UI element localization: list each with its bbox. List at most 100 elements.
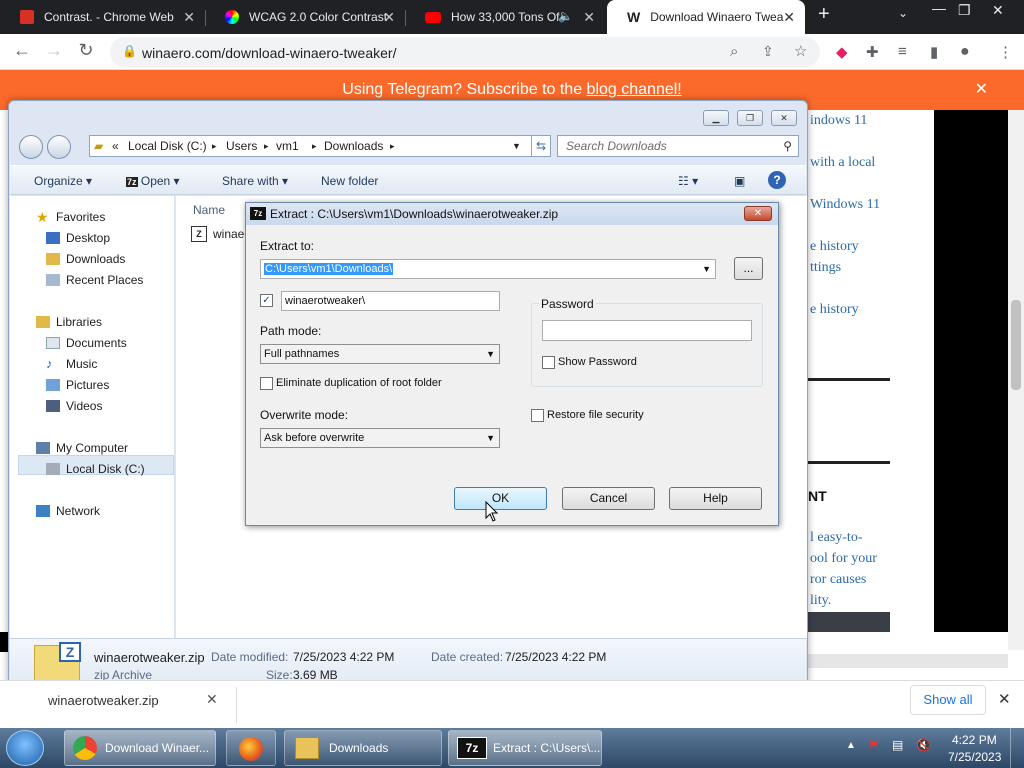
taskbar-7zip[interactable]: 7z Extract : C:\Users\... <box>448 730 602 766</box>
close-window-icon[interactable]: ✕ <box>992 2 1004 19</box>
close-icon[interactable]: ✕ <box>998 690 1011 708</box>
show-all-button[interactable]: Show all <box>910 685 986 715</box>
nav-recent-places[interactable]: Recent Places <box>46 273 143 287</box>
clock-time[interactable]: 4:22 PM <box>952 733 997 747</box>
breadcrumb-local-disk[interactable]: Local Disk (C:) <box>128 136 207 156</box>
restore-security-checkbox[interactable] <box>531 409 544 422</box>
close-icon[interactable]: ✕ <box>783 9 795 26</box>
eliminate-duplication-checkbox[interactable] <box>260 377 273 390</box>
column-header-name[interactable]: Name <box>193 203 225 217</box>
sidebar-link[interactable]: indows 11 <box>810 113 867 129</box>
open-button[interactable]: 7z Open ▾ <box>126 174 180 188</box>
show-hidden-icons-icon[interactable]: ▲ <box>846 740 856 751</box>
menu-kebab-icon[interactable]: ⋮ <box>998 43 1013 61</box>
forward-button[interactable] <box>47 135 71 159</box>
minimize-icon[interactable]: — <box>932 0 946 16</box>
sidebar-link[interactable]: e history <box>810 239 859 255</box>
sidebar-link[interactable]: e history <box>810 302 859 318</box>
bookmark-star-icon[interactable]: ☆ <box>794 42 807 60</box>
back-icon[interactable]: ← <box>10 40 34 61</box>
tab-wcag[interactable]: WCAG 2.0 Color Contrast ✕ <box>205 0 405 34</box>
banner-link[interactable]: blog channel! <box>587 81 682 98</box>
media-control-icon[interactable]: ≡ <box>898 43 907 60</box>
tab-youtube[interactable]: How 33,000 Tons Of 🔈 ✕ <box>405 0 605 34</box>
action-center-icon[interactable]: ⚑ <box>868 738 879 752</box>
new-folder-button[interactable]: New folder <box>321 174 378 188</box>
page-scrollbar[interactable] <box>1008 110 1024 650</box>
network-tray-icon[interactable]: ▤ <box>892 738 903 752</box>
subfolder-input[interactable]: winaerotweaker\ <box>281 291 500 311</box>
extension-colorful-icon[interactable]: ◆ <box>836 43 848 61</box>
scrollbar-thumb[interactable] <box>1011 300 1021 390</box>
breadcrumb-overflow[interactable]: « <box>112 136 119 156</box>
taskbar-firefox[interactable] <box>226 730 276 766</box>
overwrite-mode-select[interactable]: Ask before overwrite ▼ <box>260 428 500 448</box>
sidebar-link[interactable]: with a local <box>810 155 875 171</box>
forward-icon[interactable]: → <box>42 40 66 61</box>
nav-libraries[interactable]: Libraries <box>36 315 102 329</box>
close-icon[interactable]: ✕ <box>583 9 595 26</box>
show-desktop-button[interactable] <box>1010 728 1024 768</box>
password-input[interactable] <box>542 320 752 341</box>
search-input[interactable]: Search Downloads ⚲ <box>557 135 799 157</box>
chevron-down-icon[interactable]: ▼ <box>512 136 521 156</box>
nav-pictures[interactable]: Pictures <box>46 378 109 392</box>
taskbar-explorer[interactable]: Downloads <box>284 730 442 766</box>
cancel-button[interactable]: Cancel <box>562 487 655 510</box>
horizontal-scrollbar[interactable] <box>808 654 1008 668</box>
file-item[interactable]: Z winae <box>191 226 244 242</box>
address-bar[interactable]: ▰ « Local Disk (C:) ▸ Users ▸ vm1 ▸ Down… <box>89 135 533 157</box>
minimize-button[interactable]: ▁ <box>703 110 729 126</box>
help-button[interactable]: Help <box>669 487 762 510</box>
subfolder-checkbox[interactable]: ✓ <box>260 294 273 307</box>
nav-videos[interactable]: Videos <box>46 399 102 413</box>
nav-documents[interactable]: Documents <box>46 336 127 350</box>
nav-music[interactable]: ♪ Music <box>46 357 97 371</box>
nav-downloads[interactable]: Downloads <box>46 252 125 266</box>
tab-winaero[interactable]: W Download Winaero Twea ✕ <box>607 0 805 34</box>
preview-pane-icon[interactable]: ▣ <box>734 174 745 188</box>
view-options-icon[interactable]: ☷ ▾ <box>678 174 698 188</box>
download-item[interactable]: winaerotweaker.zip <box>48 693 159 708</box>
close-icon[interactable]: ✕ <box>206 691 218 708</box>
show-password-checkbox[interactable] <box>542 356 555 369</box>
close-icon[interactable]: ✕ <box>383 9 395 26</box>
nav-network[interactable]: Network <box>36 504 100 518</box>
extract-to-combo[interactable]: C:\Users\vm1\Downloads\ ▼ <box>260 259 716 279</box>
refresh-icon[interactable]: ⇆ <box>531 135 551 157</box>
profile-avatar-icon[interactable]: ● <box>960 43 970 61</box>
tab-contrast[interactable]: Contrast. - Chrome Web ✕ <box>0 0 205 34</box>
volume-icon[interactable]: 🔇 <box>916 738 931 752</box>
close-icon[interactable]: ✕ <box>183 9 195 26</box>
share-with-button[interactable]: Share with ▾ <box>222 174 288 188</box>
sidebar-link[interactable]: ttings <box>810 260 841 276</box>
close-button[interactable]: ✕ <box>771 110 797 126</box>
extensions-puzzle-icon[interactable]: ✚ <box>866 43 879 61</box>
url-text[interactable]: winaero.com/download-winaero-tweaker/ <box>142 45 396 61</box>
path-mode-select[interactable]: Full pathnames ▼ <box>260 344 500 364</box>
close-icon[interactable]: ✕ <box>975 70 988 110</box>
clock-date[interactable]: 7/25/2023 <box>948 750 1001 764</box>
restore-icon[interactable]: ❐ <box>958 2 971 19</box>
nav-my-computer[interactable]: My Computer <box>36 441 128 455</box>
zoom-icon[interactable]: ⌕ <box>730 43 738 60</box>
reload-icon[interactable]: ↻ <box>74 40 98 61</box>
organize-button[interactable]: Organize ▾ <box>34 174 92 188</box>
ok-button[interactable]: OK <box>454 487 547 510</box>
nav-local-disk[interactable]: Local Disk (C:) <box>46 462 145 476</box>
browse-button[interactable]: ... <box>734 257 763 280</box>
sidebar-link[interactable]: Windows 11 <box>810 197 880 213</box>
maximize-button[interactable]: ❐ <box>737 110 763 126</box>
breadcrumb-downloads[interactable]: Downloads <box>324 136 383 156</box>
dialog-close-button[interactable]: ✕ <box>744 206 772 221</box>
back-button[interactable] <box>19 135 43 159</box>
start-button[interactable] <box>6 730 44 766</box>
chevron-down-icon[interactable]: ⌄ <box>898 6 908 20</box>
taskbar-chrome[interactable]: Download Winaer... <box>64 730 216 766</box>
nav-favorites[interactable]: ★ Favorites <box>36 210 105 224</box>
side-panel-icon[interactable]: ▮ <box>930 43 938 61</box>
breadcrumb-vm1[interactable]: vm1 <box>276 136 299 156</box>
breadcrumb-users[interactable]: Users <box>226 136 257 156</box>
share-icon[interactable]: ⇪ <box>762 43 774 60</box>
address-bar[interactable]: 🔒 winaero.com/download-winaero-tweaker/ … <box>110 37 820 67</box>
